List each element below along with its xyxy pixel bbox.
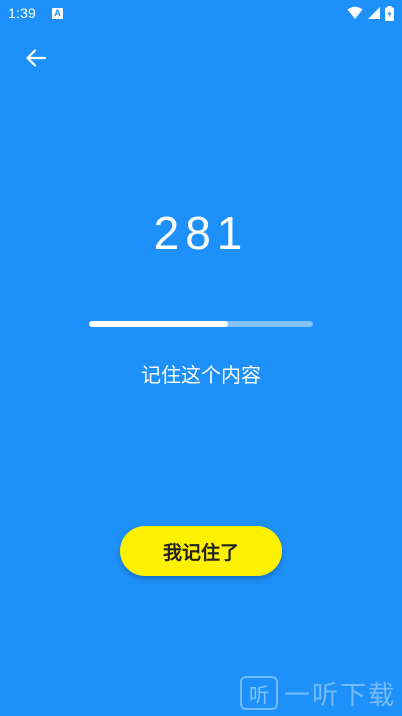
watermark-logo: 听 [239,676,278,710]
progress-bar [89,321,313,327]
a-letter-icon: A [52,8,63,19]
memory-number: 281 [153,207,249,259]
battery-icon [385,5,394,21]
arrow-left-icon [26,49,47,67]
watermark: 听 一听下载 [239,676,396,711]
status-icons [347,5,394,21]
hint-text: 记住这个内容 [141,363,261,387]
wifi-icon [347,6,363,19]
cell-signal-icon [368,7,380,19]
progress-bar-fill [89,321,228,327]
remembered-button[interactable]: 我记住了 [120,526,282,576]
back-button[interactable] [20,44,52,72]
status-time: 1:39 [8,5,37,21]
watermark-text: 一听下载 [283,680,396,711]
status-bar: 1:39 A [0,0,402,28]
